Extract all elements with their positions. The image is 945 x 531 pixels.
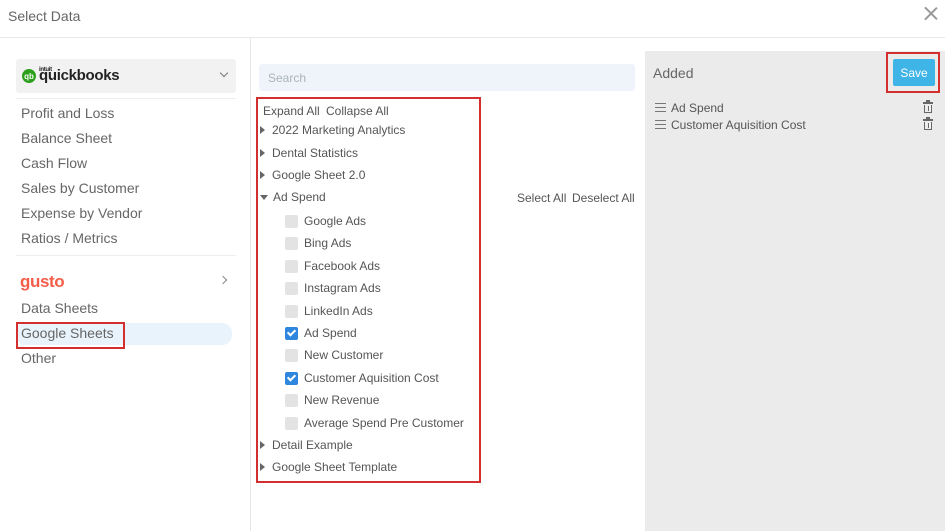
gusto-logo[interactable]: gusto	[20, 272, 65, 292]
checkbox[interactable]	[285, 281, 298, 295]
tree-node[interactable]: Dental Statistics	[260, 146, 358, 160]
quickbooks-logo-icon: qb	[22, 69, 36, 83]
added-item-label: Customer Aquisition Cost	[671, 118, 806, 132]
dialog-title-bar: Select Data	[0, 0, 945, 38]
tree-leaf[interactable]: Average Spend Pre Customer	[285, 416, 464, 430]
caret-down-icon[interactable]	[260, 194, 268, 200]
expand-all-link[interactable]: Expand All	[263, 104, 320, 118]
nav-item-data-sheets[interactable]: Data Sheets	[21, 300, 98, 316]
nav-item-balance-sheet[interactable]: Balance Sheet	[21, 130, 112, 146]
added-item-label: Ad Spend	[671, 101, 724, 115]
quickbooks-logo: qb intuit quickbooks	[22, 67, 120, 84]
checkbox[interactable]	[285, 214, 298, 228]
save-button[interactable]: Save	[893, 59, 935, 86]
collapse-all-link[interactable]: Collapse All	[326, 104, 389, 118]
trash-icon[interactable]	[923, 117, 933, 130]
tree-node-ad-spend[interactable]: Ad Spend	[260, 190, 326, 204]
dialog-title: Select Data	[8, 8, 81, 24]
tree-leaf[interactable]: New Customer	[285, 348, 383, 362]
caret-right-icon[interactable]	[260, 441, 265, 449]
nav-item-sales-by-customer[interactable]: Sales by Customer	[21, 180, 139, 196]
nav-item-cash-flow[interactable]: Cash Flow	[21, 155, 87, 171]
search-input[interactable]	[259, 64, 635, 91]
tree-leaf[interactable]: Facebook Ads	[285, 259, 380, 273]
added-item: Customer Aquisition Cost	[655, 117, 935, 132]
deselect-all-link[interactable]: Deselect All	[572, 191, 635, 205]
trash-icon[interactable]	[923, 100, 933, 113]
tree-node[interactable]: Detail Example	[260, 438, 353, 452]
close-icon[interactable]	[921, 4, 941, 24]
google-sheets-highlight-box	[16, 322, 125, 349]
divider	[16, 98, 236, 99]
select-all-link[interactable]: Select All	[517, 191, 566, 205]
tree-node[interactable]: Google Sheet 2.0	[260, 168, 365, 182]
added-title: Added	[653, 65, 694, 81]
checkbox-checked[interactable]	[285, 371, 298, 385]
added-item: Ad Spend	[655, 100, 935, 115]
checkbox[interactable]	[285, 304, 298, 318]
tree-node[interactable]: Google Sheet Template	[260, 460, 397, 474]
caret-right-icon[interactable]	[260, 126, 265, 134]
divider	[16, 255, 236, 256]
tree-leaf[interactable]: New Revenue	[285, 393, 379, 407]
caret-right-icon[interactable]	[260, 171, 265, 179]
intuit-label: intuit	[39, 67, 52, 73]
tree-leaf[interactable]: Ad Spend	[285, 326, 357, 340]
checkbox[interactable]	[285, 259, 298, 273]
drag-handle-icon[interactable]	[655, 103, 666, 112]
checkbox[interactable]	[285, 393, 298, 407]
nav-item-ratios-metrics[interactable]: Ratios / Metrics	[21, 230, 117, 246]
nav-item-expense-by-vendor[interactable]: Expense by Vendor	[21, 205, 142, 221]
tree-leaf[interactable]: Instagram Ads	[285, 281, 381, 295]
tree-leaf[interactable]: Google Ads	[285, 214, 366, 228]
chevron-down-icon[interactable]	[219, 68, 229, 78]
checkbox[interactable]	[285, 348, 298, 362]
caret-right-icon[interactable]	[260, 463, 265, 471]
panel-divider	[250, 38, 251, 531]
drag-handle-icon[interactable]	[655, 120, 666, 129]
checkbox[interactable]	[285, 416, 298, 430]
nav-item-other[interactable]: Other	[21, 350, 56, 366]
checkbox-checked[interactable]	[285, 326, 298, 340]
nav-item-profit-and-loss[interactable]: Profit and Loss	[21, 105, 114, 121]
checkbox[interactable]	[285, 236, 298, 250]
tree-leaf[interactable]: LinkedIn Ads	[285, 304, 373, 318]
tree-leaf[interactable]: Bing Ads	[285, 236, 351, 250]
quickbooks-selector[interactable]: qb intuit quickbooks	[16, 59, 236, 93]
tree-leaf[interactable]: Customer Aquisition Cost	[285, 371, 439, 385]
caret-right-icon[interactable]	[260, 149, 265, 157]
tree-node[interactable]: 2022 Marketing Analytics	[260, 123, 405, 137]
